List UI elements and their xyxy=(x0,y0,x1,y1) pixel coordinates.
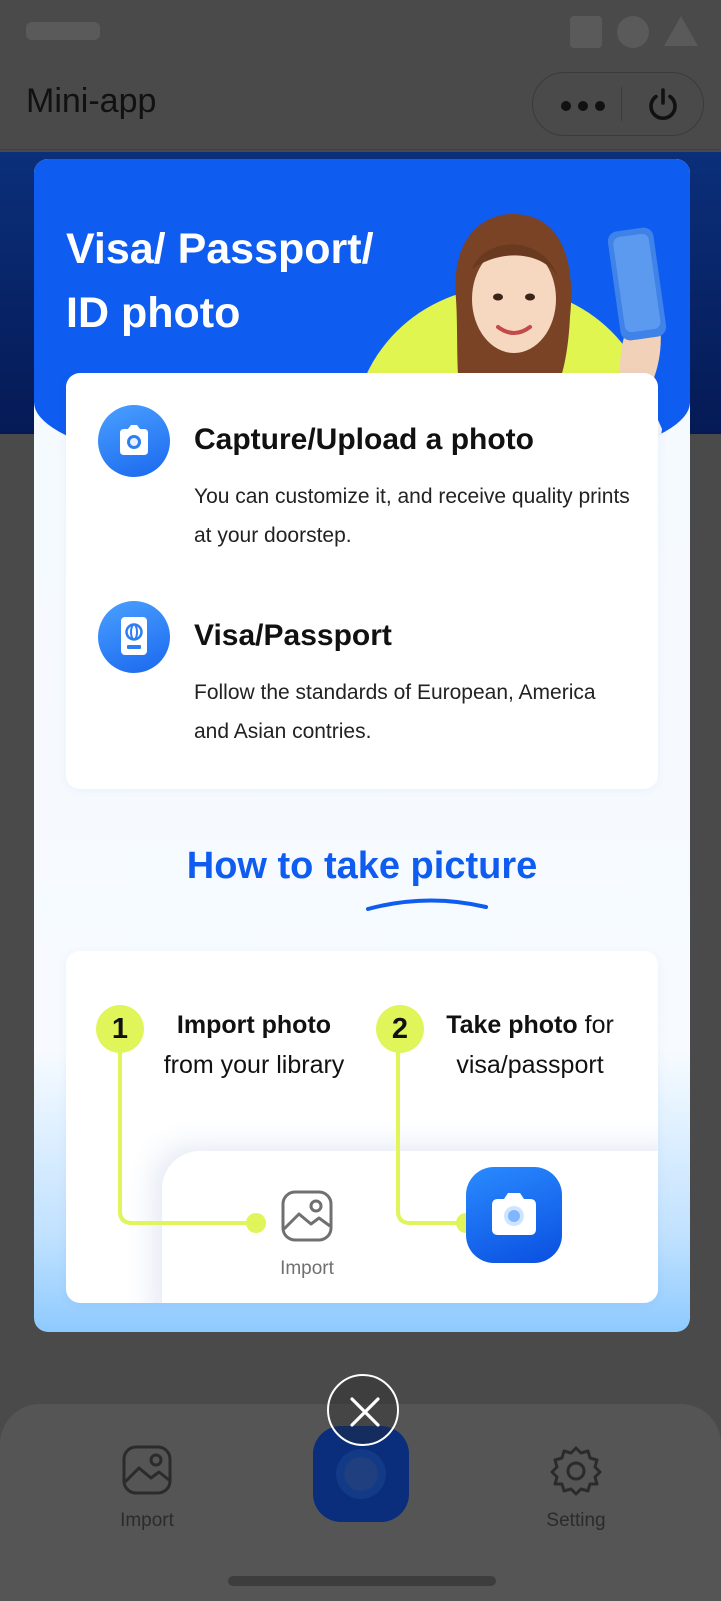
nav-import[interactable]: Import xyxy=(87,1444,207,1532)
phone-mockup xyxy=(162,1151,658,1303)
camera-icon xyxy=(492,1193,536,1235)
nav-import-label: Import xyxy=(120,1510,174,1531)
steps-card: 1 Import photo from your library 2 Take … xyxy=(66,951,658,1303)
step-1-bold: Import photo xyxy=(176,1011,332,1039)
feature-capture-description: You can customize it, and receive qualit… xyxy=(194,485,630,547)
gear-icon xyxy=(550,1446,602,1496)
close-icon xyxy=(350,1397,380,1427)
step-2-rest-inline: for xyxy=(584,1011,614,1039)
mock-camera-button xyxy=(466,1167,562,1263)
features-card: Capture/Upload a photo You can customize… xyxy=(66,373,658,789)
passport-icon xyxy=(121,617,147,655)
feature-capture-title: Capture/Upload a photo xyxy=(194,423,534,456)
feature-passport-description: Follow the standards of European, Americ… xyxy=(194,681,596,743)
step-2-badge: 2 xyxy=(376,1005,424,1053)
status-icon-circle xyxy=(617,16,649,48)
step-2-text: Take photo for visa/passport xyxy=(430,1005,630,1085)
step-2-rest: visa/passport xyxy=(456,1051,604,1079)
feature-passport-icon-circle xyxy=(98,601,170,673)
capsule-divider xyxy=(621,87,622,121)
app-header: Mini-app xyxy=(0,62,721,150)
mock-import-item: Import xyxy=(274,1189,340,1280)
status-bar xyxy=(0,0,721,62)
step-1-badge: 1 xyxy=(96,1005,144,1053)
nav-setting[interactable]: Setting xyxy=(516,1444,636,1532)
image-icon xyxy=(122,1445,172,1495)
step-1-text: Import photo from your library xyxy=(144,1005,364,1085)
status-icon-triangle xyxy=(664,16,698,46)
image-icon xyxy=(281,1190,333,1242)
more-icon[interactable] xyxy=(561,101,605,111)
camera-icon xyxy=(120,425,148,455)
step-1-rest: from your library xyxy=(163,1051,345,1079)
feature-passport-title: Visa/Passport xyxy=(194,619,392,652)
home-indicator xyxy=(228,1576,496,1586)
feature-capture-icon-circle xyxy=(98,405,170,477)
status-time-placeholder xyxy=(26,22,100,40)
nav-setting-label: Setting xyxy=(546,1510,606,1531)
power-icon[interactable] xyxy=(645,87,681,123)
mock-import-label: Import xyxy=(280,1258,334,1279)
close-modal-button[interactable] xyxy=(327,1374,399,1446)
step-2-bold: Take photo xyxy=(446,1011,578,1039)
title-underline-decoration xyxy=(366,898,488,911)
how-to-title: How to take picture xyxy=(186,845,538,887)
mini-app-capsule xyxy=(532,72,704,136)
status-icon-square xyxy=(570,16,602,48)
intro-modal: Visa/ Passport/ ID photo Capture/Upload … xyxy=(34,159,690,1332)
app-title: Mini-app xyxy=(26,82,157,120)
